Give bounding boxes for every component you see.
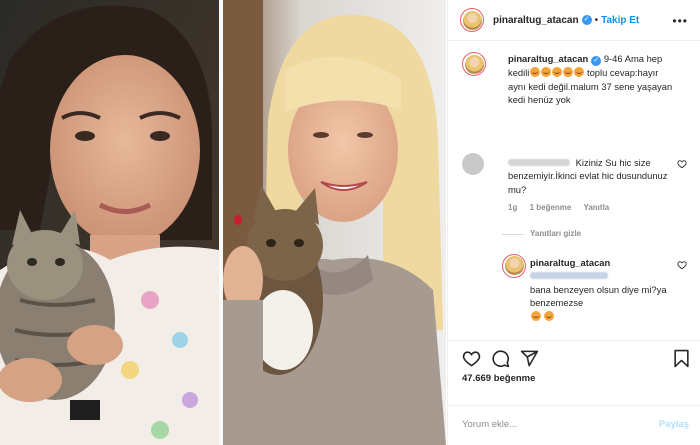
cat-emoji-icon: [573, 67, 584, 77]
comment-text: Kiziniz Su hic size benzemiyir.İkinci ev…: [508, 153, 675, 197]
comment-author[interactable]: pinaraltug_atacan: [508, 53, 588, 64]
reply-item: pinaraltug_atacan bana benzeyen olsun di…: [448, 253, 700, 324]
comment-author-avatar[interactable]: [462, 152, 484, 175]
cat-emoji-icon: [562, 67, 573, 77]
likes-count[interactable]: 47.669 beğenme: [462, 373, 535, 384]
comment-composer: Paylaş: [448, 405, 700, 445]
comment-meta: 1g 1 beğenme Yanıtla: [508, 201, 675, 215]
hide-replies-toggle[interactable]: Yanıtları gizle: [448, 229, 700, 238]
cat-emoji-icon: [540, 67, 551, 77]
comment-likes[interactable]: 1 beğenme: [530, 203, 572, 212]
reply-button[interactable]: Yanıtla: [583, 203, 609, 212]
comment-author-redacted[interactable]: [508, 158, 570, 166]
post-media: [0, 0, 446, 445]
bookmark-icon[interactable]: [672, 349, 691, 368]
separator-dot: •: [594, 14, 599, 26]
heart-icon[interactable]: [462, 349, 481, 368]
post-comment-button[interactable]: Paylaş: [659, 419, 689, 430]
verified-badge-icon: ✓: [581, 15, 592, 25]
reply-author[interactable]: pinaraltug_atacan: [530, 257, 610, 268]
comment-age: 1g: [508, 203, 518, 212]
comment-item: Kiziniz Su hic size benzemiyir.İkinci ev…: [448, 152, 700, 215]
reply-text: pinaraltug_atacan bana benzeyen olsun di…: [530, 254, 675, 324]
post-sidebar: pinaraltug_atacan ✓ • Takip Et ••• pinar…: [447, 0, 700, 445]
reply-mention-redacted[interactable]: [530, 272, 608, 279]
cat-emoji-icon: [529, 67, 540, 77]
share-icon[interactable]: [520, 349, 539, 368]
photo-adult-with-cat: [223, 0, 446, 445]
post-header: pinaraltug_atacan ✓ • Takip Et •••: [448, 0, 700, 41]
caption-comment: pinaraltug_atacan ✓ 9-46 Ama hep kedili t…: [448, 52, 700, 107]
comment-author-avatar[interactable]: [462, 52, 486, 76]
photo-childhood-with-kitten: [0, 0, 219, 445]
heart-icon[interactable]: [677, 260, 687, 270]
comment-text: pinaraltug_atacan ✓ 9-46 Ama hep kedili t…: [508, 52, 675, 107]
comment-list: pinaraltug_atacan ✓ 9-46 Ama hep kedili t…: [448, 52, 700, 323]
reply-author-avatar[interactable]: [502, 253, 526, 278]
cat-emoji-icon: [530, 310, 541, 321]
follow-button[interactable]: Takip Et: [601, 15, 639, 26]
comment-input[interactable]: [462, 419, 652, 430]
action-icons: [462, 349, 539, 368]
reply-body: bana benzeyen olsun diye mi?ya benzemezs…: [530, 283, 667, 309]
verified-badge-icon: ✓: [591, 56, 602, 66]
author-avatar[interactable]: [460, 8, 484, 32]
cat-emoji-icon: [544, 310, 555, 321]
heart-icon[interactable]: [677, 159, 687, 169]
author-username[interactable]: pinaraltug_atacan: [493, 15, 579, 26]
cat-emoji-icon: [551, 67, 562, 77]
more-horizontal-icon[interactable]: •••: [672, 14, 688, 28]
save-button[interactable]: [672, 349, 691, 368]
comment-icon[interactable]: [491, 349, 510, 368]
